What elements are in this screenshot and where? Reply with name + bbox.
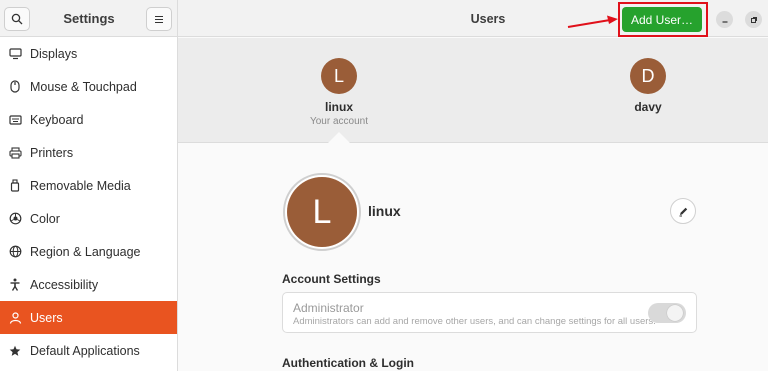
edit-name-button[interactable] <box>670 198 696 224</box>
avatar: D <box>630 58 666 94</box>
printer-icon <box>8 146 22 160</box>
carousel-user-subtitle: Your account <box>309 116 368 127</box>
sidebar-item-displays[interactable]: Displays <box>0 37 177 70</box>
removable-media-icon <box>8 179 22 193</box>
sidebar-item-label: Region & Language <box>30 244 141 259</box>
pencil-icon <box>679 207 687 216</box>
menu-button[interactable] <box>146 7 172 31</box>
add-user-button[interactable]: Add User… <box>622 7 702 32</box>
sidebar-item-printers[interactable]: Printers <box>0 136 177 169</box>
profile-name: linux <box>368 203 401 219</box>
sidebar-item-removable-media[interactable]: Removable Media <box>0 169 177 202</box>
avatar: L <box>321 58 357 94</box>
profile-avatar[interactable]: L <box>287 177 357 247</box>
authentication-login-heading: Authentication & Login <box>282 356 414 370</box>
sidebar-item-region-language[interactable]: Region & Language <box>0 235 177 268</box>
sidebar-item-label: Displays <box>30 46 78 61</box>
display-icon <box>8 47 22 61</box>
hamburger-icon <box>155 15 163 23</box>
sidebar-item-label: Removable Media <box>30 178 131 193</box>
administrator-label: Administrator <box>293 301 364 315</box>
selection-notch <box>328 132 350 143</box>
sidebar-item-mouse-touchpad[interactable]: Mouse & Touchpad <box>0 70 177 103</box>
carousel-user-name: linux <box>324 100 353 114</box>
minimize-button[interactable] <box>716 11 733 28</box>
carousel-user-davy[interactable]: D davy <box>588 58 708 114</box>
sidebar-item-label: Users <box>30 310 63 325</box>
minimize-icon <box>722 20 727 23</box>
administrator-row: Administrator Administrators can add and… <box>282 292 697 333</box>
carousel-user-linux[interactable]: L linux Your account <box>279 58 399 127</box>
users-icon <box>8 311 22 325</box>
carousel-user-name: davy <box>634 100 662 114</box>
user-carousel: L linux Your account D davy <box>178 38 768 143</box>
star-icon <box>8 344 22 358</box>
account-settings-heading: Account Settings <box>282 272 381 286</box>
sidebar-item-users[interactable]: Users <box>0 301 177 334</box>
maximize-button[interactable] <box>745 11 762 28</box>
sidebar-item-color[interactable]: Color <box>0 202 177 235</box>
accessibility-icon <box>8 278 22 292</box>
sidebar-header: Settings <box>0 0 177 37</box>
sidebar-item-accessibility[interactable]: Accessibility <box>0 268 177 301</box>
sidebar-item-label: Printers <box>30 145 74 160</box>
mouse-icon <box>8 80 22 94</box>
sidebar-item-label: Accessibility <box>30 277 99 292</box>
color-icon <box>8 212 22 226</box>
keyboard-icon <box>8 113 22 127</box>
sidebar: Settings Displays Mouse & Touchpad Keybo… <box>0 0 178 371</box>
restore-icon <box>750 16 757 23</box>
globe-icon <box>8 245 22 259</box>
administrator-toggle[interactable] <box>648 303 686 323</box>
sidebar-item-label: Default Applications <box>30 343 140 358</box>
annotation-arrow-icon <box>567 15 618 28</box>
toggle-knob <box>667 305 683 321</box>
sidebar-item-default-applications[interactable]: Default Applications <box>0 334 177 367</box>
sidebar-item-label: Keyboard <box>30 112 84 127</box>
sidebar-item-label: Color <box>30 211 60 226</box>
sidebar-item-label: Mouse & Touchpad <box>30 79 137 94</box>
sidebar-item-keyboard[interactable]: Keyboard <box>0 103 177 136</box>
administrator-description: Administrators can add and remove other … <box>293 316 656 327</box>
